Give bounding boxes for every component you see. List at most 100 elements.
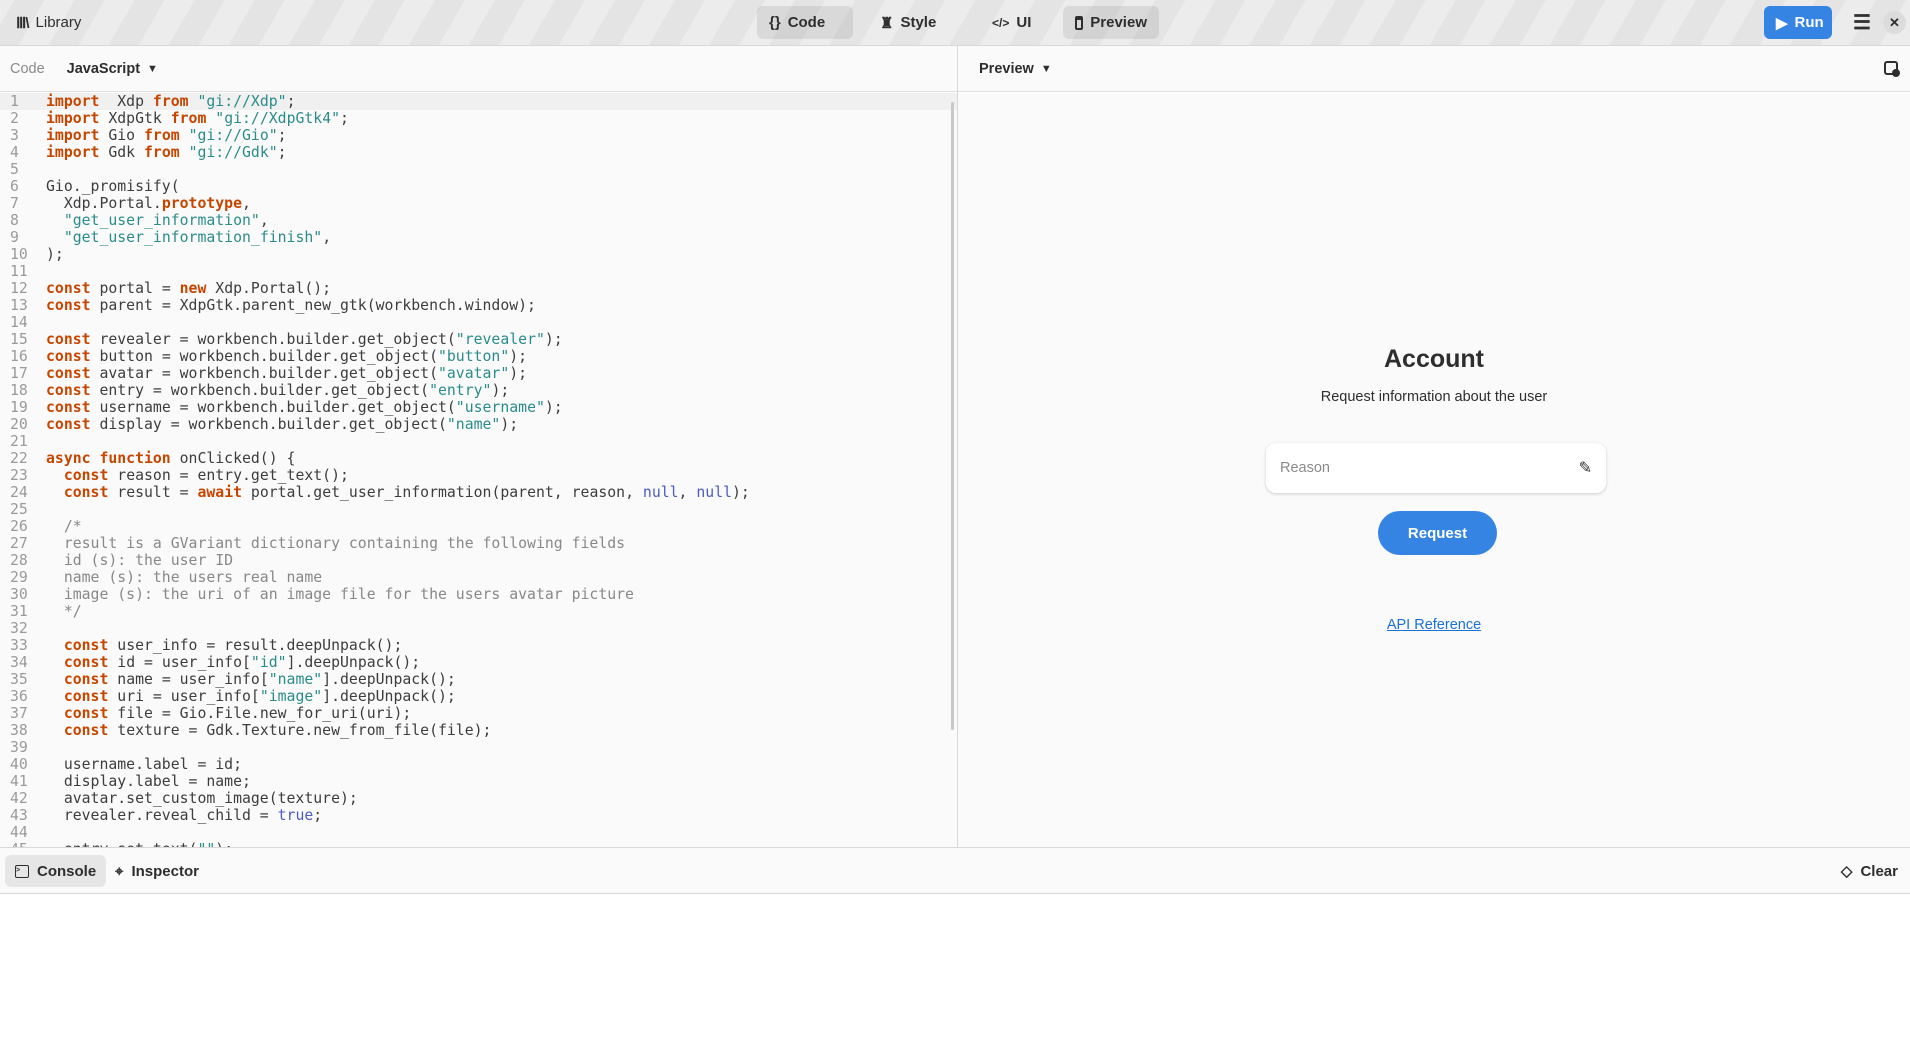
- code-token: texture = Gdk.Texture.new_from_file(file…: [108, 722, 492, 739]
- code-token: Gio._promisify(: [46, 178, 180, 195]
- language-dropdown[interactable]: JavaScript ▼: [67, 61, 158, 77]
- request-button[interactable]: Request: [1378, 511, 1497, 555]
- code-token: revealer.reveal_child =: [46, 807, 278, 824]
- code-line: 15 const revealer = workbench.builder.get…: [0, 331, 957, 348]
- code-token: const: [63, 484, 109, 501]
- line-number: 23: [10, 467, 28, 484]
- preview-dropdown[interactable]: Preview ▼: [979, 61, 1052, 77]
- code-editor[interactable]: 1 import Xdp from "gi://Xdp"; 2 import XdpG…: [0, 93, 957, 847]
- code-token: Xdp.Portal();: [206, 280, 332, 297]
- editor-scrollbar[interactable]: [951, 102, 954, 730]
- code-token: button = workbench.builder.get_object(: [90, 348, 438, 365]
- library-button[interactable]: Ⅲ\ Library: [4, 6, 93, 39]
- tab-style[interactable]: ♜ Style: [868, 6, 948, 39]
- code-line: 9 "get_user_information_finish",: [0, 229, 957, 246]
- line-number: 1: [10, 93, 19, 110]
- code-token: );: [46, 246, 64, 263]
- line-text: import XdpGtk from "gi://XdpGtk4";: [38, 110, 349, 127]
- code-line: 28 id (s): the user ID: [0, 552, 957, 569]
- code-token: avatar.set_custom_image(texture);: [46, 790, 358, 807]
- code-line: 33 const user_info = result.deepUnpack()…: [0, 637, 957, 654]
- line-number: 38: [10, 722, 28, 739]
- tab-preview[interactable]: Preview: [1063, 6, 1159, 39]
- code-token: "get_user_information_finish": [63, 229, 323, 246]
- line-text: name (s): the users real name: [38, 569, 322, 586]
- main-menu-button[interactable]: ☰: [1841, 6, 1883, 39]
- line-number: 30: [10, 586, 28, 603]
- code-token: import: [46, 110, 100, 127]
- code-token: revealer = workbench.builder.get_object(: [90, 331, 456, 348]
- line-text: [38, 161, 46, 178]
- line-number: 34: [10, 654, 28, 671]
- inspector-tab[interactable]: ⌖ Inspector: [105, 855, 209, 887]
- line-number: 35: [10, 671, 28, 688]
- code-token: parent = XdpGtk.parent_new_gtk(workbench…: [90, 297, 536, 314]
- code-token: "id": [250, 654, 287, 671]
- api-reference-link[interactable]: API Reference: [958, 617, 1910, 633]
- code-line: 27 result is a GVariant dictionary conta…: [0, 535, 957, 552]
- line-number: 28: [10, 552, 28, 569]
- window-icon: [1075, 15, 1084, 30]
- code-line: 34 const id = user_info["id"].deepUnpack…: [0, 654, 957, 671]
- tab-ui[interactable]: </> UI: [980, 6, 1043, 39]
- code-token: ;: [340, 110, 349, 127]
- console-tab[interactable]: > Console: [5, 855, 107, 887]
- line-text: const result = await portal.get_user_inf…: [38, 484, 750, 501]
- code-line: 43 revealer.reveal_child = true;: [0, 807, 957, 824]
- line-text: );: [38, 246, 64, 263]
- code-line: 38 const texture = Gdk.Texture.new_from_…: [0, 722, 957, 739]
- code-token: async function: [46, 450, 171, 467]
- code-line: 6 Gio._promisify(: [0, 178, 957, 195]
- line-text: const parent = XdpGtk.parent_new_gtk(wor…: [38, 297, 536, 314]
- line-text: Gio._promisify(: [38, 178, 180, 195]
- close-button[interactable]: ✕: [1883, 11, 1906, 34]
- dropdown-arrow-icon: ▼: [1040, 62, 1052, 75]
- code-token: Gdk: [99, 144, 144, 161]
- screenshot-button[interactable]: [1884, 61, 1900, 77]
- line-text: */: [38, 603, 82, 620]
- line-number: 43: [10, 807, 28, 824]
- code-token: */: [46, 603, 82, 620]
- code-line: 30 image (s): the uri of an image file f…: [0, 586, 957, 603]
- code-token: ,: [242, 195, 251, 212]
- code-token: onClicked() {: [170, 450, 296, 467]
- line-number: 42: [10, 790, 28, 807]
- line-text: const button = workbench.builder.get_obj…: [38, 348, 527, 365]
- code-token: name = user_info[: [108, 671, 269, 688]
- code-token: );: [500, 416, 519, 433]
- tab-code[interactable]: {} Code: [757, 6, 853, 39]
- code-token: "get_user_information": [63, 212, 260, 229]
- eraser-icon: ◇: [1840, 863, 1853, 880]
- code-token: "gi://Xdp": [197, 93, 287, 110]
- braces-icon: {}: [769, 14, 781, 31]
- line-number: 26: [10, 518, 28, 535]
- code-line: 37 const file = Gio.File.new_for_uri(uri…: [0, 705, 957, 722]
- code-token: const: [46, 399, 91, 416]
- code-token: const: [46, 365, 91, 382]
- code-line: 14: [0, 314, 957, 331]
- bottom-bar: > Console ⌖ Inspector ◇ Clear: [0, 847, 1910, 894]
- code-token: import: [46, 144, 100, 161]
- code-token: const: [46, 348, 91, 365]
- run-button[interactable]: ▶ Run: [1764, 6, 1832, 39]
- reason-entry[interactable]: Reason ✎: [1266, 443, 1606, 493]
- line-number: 4: [10, 144, 19, 161]
- line-text: [38, 263, 46, 280]
- code-token: image (s): the uri of an image file for …: [46, 586, 634, 603]
- line-text: [38, 433, 46, 450]
- code-token: uri = user_info[: [108, 688, 260, 705]
- line-number: 18: [10, 382, 28, 399]
- code-token: );: [491, 382, 510, 399]
- code-token: XdpGtk: [99, 110, 171, 127]
- code-token: portal.get_user_information(parent, reas…: [242, 484, 643, 501]
- account-title: Account: [1384, 345, 1484, 373]
- code-line: 25: [0, 501, 957, 518]
- clear-button[interactable]: ◇ Clear: [1831, 855, 1908, 887]
- line-text: display.label = name;: [38, 773, 251, 790]
- line-text: [38, 501, 46, 518]
